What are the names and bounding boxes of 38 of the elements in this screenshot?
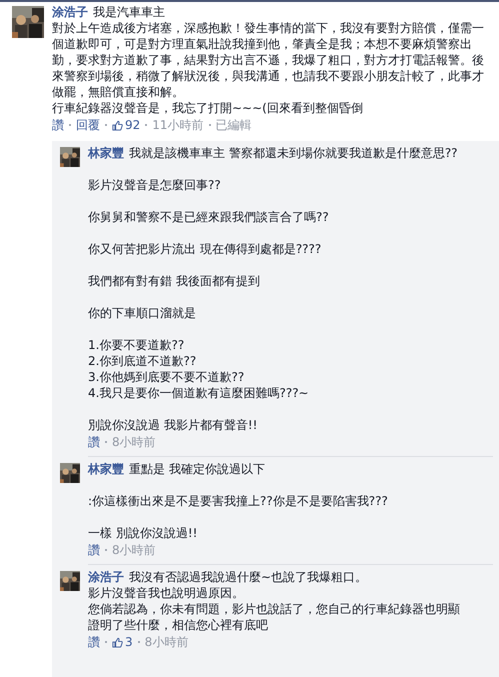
comment-text: 對於上午造成後方堵塞，深感抱歉！發生事情的當下，我沒有要對方賠償，僅需一個道歉即可，可是對方理直氣壯說我撞到他，肇責全是我；本想不要麻煩警察出勤，要求對方道歉了事，結果對方出言不遜，我爆了粗口，對方才打電話報警。後來警察到場後，稍微了解狀況後，與我溝通，也請我不要跟小朋友計較了，此事才做罷，無賠償直接和解。 bbox=[52, 20, 485, 100]
author-link[interactable]: 林家豐 bbox=[88, 462, 124, 476]
comment-text: 我們都有對有錯 我後面都有提到 bbox=[88, 273, 261, 289]
comment-text: :你這樣衝出來是不是要害我撞上??你是不是要陷害我??? bbox=[88, 493, 389, 509]
timestamp: 8小時前 bbox=[144, 634, 188, 650]
comment-text: 你又何苦把影片流出 現在傳得到處都是???? bbox=[88, 241, 322, 257]
like-count[interactable]: 3 bbox=[125, 634, 133, 650]
comment-text: 我沒有否認過我說過什麼~也說了我爆粗口。 bbox=[129, 570, 368, 584]
like-link[interactable]: 讚 bbox=[88, 434, 100, 450]
comment-text: 我是汽車車主 bbox=[93, 5, 165, 19]
timestamp: 11小時前 bbox=[152, 117, 204, 133]
thumbs-up-icon bbox=[112, 120, 123, 130]
comment-text: 3.你他媽到底要不要不道歉?? bbox=[88, 369, 246, 385]
like-count[interactable]: 92 bbox=[125, 117, 140, 133]
like-link[interactable]: 讚 bbox=[88, 634, 100, 650]
comment-text: 2.你到底道不道歉?? bbox=[88, 353, 198, 369]
comment-text: 4.我只是要你一個道歉有這麼困難嗎???~ bbox=[88, 385, 310, 401]
edited-label: 已編輯 bbox=[216, 117, 252, 133]
reply-link[interactable]: 回覆 bbox=[76, 117, 100, 133]
comment-text: 重點是 我確定你說過以下 bbox=[129, 462, 265, 476]
comment-text: 你的下車順口溜就是 bbox=[88, 305, 197, 321]
comment-text: 你舅舅和警察不是已經來跟我們談言合了嗎?? bbox=[88, 209, 330, 225]
author-link[interactable]: 涂浩子 bbox=[52, 5, 88, 19]
comment-text: 您倘若認為，你未有問題，影片也說話了，您自己的行車紀錄器也明顯證明了些什麼，相信您心裡有底吧 bbox=[88, 601, 461, 633]
timestamp: 8小時前 bbox=[112, 542, 156, 558]
like-link[interactable]: 讚 bbox=[88, 542, 100, 558]
thumbs-up-icon bbox=[112, 636, 123, 648]
like-link[interactable]: 讚 bbox=[52, 117, 64, 133]
comment-text: 我就是該機車車主 警察都還未到場你就要我道歉是什麼意思?? bbox=[129, 146, 458, 160]
author-link[interactable]: 涂浩子 bbox=[88, 570, 124, 584]
comment-text: 1.你要不要道歉?? bbox=[88, 337, 186, 353]
comment-text: 行車紀錄器沒聲音是，我忘了打開~~~(回來看到整個昏倒 bbox=[52, 100, 364, 116]
author-link[interactable]: 林家豐 bbox=[88, 146, 124, 160]
comment-text: 一樣 別說你沒說過!! bbox=[88, 525, 198, 541]
comment-text: 影片沒聲音我也說明過原因。 bbox=[88, 585, 245, 601]
comment-text: 別說你沒說過 我影片都有聲音!! bbox=[88, 417, 258, 433]
comment-text: 影片沒聲音是怎麼回事?? bbox=[88, 177, 222, 193]
timestamp: 8小時前 bbox=[112, 434, 156, 450]
